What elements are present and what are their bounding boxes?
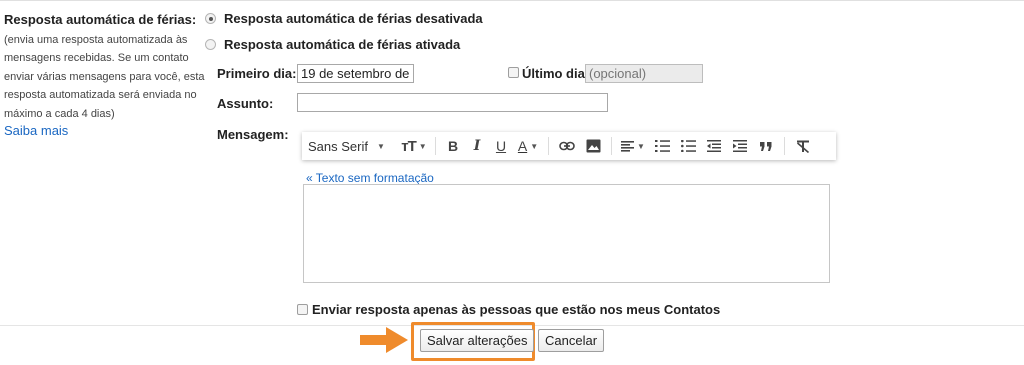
chevron-down-icon: ▼	[376, 141, 385, 151]
chevron-down-icon: ▼	[418, 141, 427, 151]
message-body-editor[interactable]	[303, 184, 830, 283]
text-color-button[interactable]: A ▼	[513, 135, 543, 157]
indent-more-icon	[733, 140, 747, 152]
save-button[interactable]: Salvar alterações	[420, 329, 535, 352]
numbered-list-icon	[654, 140, 670, 152]
insert-image-button[interactable]	[580, 135, 606, 157]
link-icon	[559, 141, 575, 151]
radio-vacation-off[interactable]: Resposta automática de férias desativada	[205, 11, 483, 26]
bold-button[interactable]: B	[441, 135, 465, 157]
radio-label-on: Resposta automática de férias ativada	[224, 37, 461, 52]
align-left-icon	[621, 140, 635, 152]
numbered-list-button[interactable]	[649, 135, 675, 157]
section-description: (envia uma resposta automatizada às mens…	[4, 34, 205, 120]
quote-icon	[760, 141, 772, 151]
formatting-toolbar: Sans Serif ▼ тT ▼ B I U A ▼ ▼	[302, 132, 836, 160]
contacts-only-label: Enviar resposta apenas às pessoas que es…	[312, 302, 721, 317]
clear-formatting-icon	[796, 140, 810, 153]
chevron-down-icon: ▼	[530, 141, 539, 151]
text-size-icon: тT	[401, 137, 416, 155]
bulleted-list-icon	[680, 140, 696, 152]
bulleted-list-button[interactable]	[675, 135, 701, 157]
subject-label: Assunto:	[217, 96, 274, 111]
font-size-button[interactable]: тT ▼	[398, 135, 430, 157]
indent-more-button[interactable]	[727, 135, 753, 157]
chevron-down-icon: ▼	[637, 141, 645, 151]
align-button[interactable]: ▼	[617, 135, 649, 157]
quote-button[interactable]	[753, 135, 779, 157]
remove-formatting-button[interactable]	[790, 135, 816, 157]
learn-more-link[interactable]: Saiba mais	[4, 123, 68, 138]
toolbar-divider	[611, 137, 612, 155]
indent-less-button[interactable]	[701, 135, 727, 157]
first-day-label: Primeiro dia:	[217, 66, 297, 81]
font-family-dropdown[interactable]: Sans Serif ▼	[308, 135, 398, 157]
subject-input[interactable]	[297, 93, 608, 112]
radio-label-off: Resposta automática de férias desativada	[224, 11, 483, 26]
toolbar-divider	[435, 137, 436, 155]
cancel-button[interactable]: Cancelar	[538, 329, 605, 352]
toolbar-divider	[548, 137, 549, 155]
insert-link-button[interactable]	[554, 135, 580, 157]
last-day-checkbox[interactable]	[508, 67, 519, 78]
radio-unselected-icon[interactable]	[205, 39, 216, 50]
last-day-label: Último dia:	[522, 66, 590, 81]
toolbar-divider	[784, 137, 785, 155]
last-day-input[interactable]	[585, 64, 703, 83]
first-day-input[interactable]	[297, 64, 414, 83]
highlight-arrow-icon	[360, 327, 408, 353]
contacts-only-checkbox[interactable]	[297, 304, 308, 315]
text-color-icon: A	[517, 138, 528, 154]
top-divider	[0, 0, 1024, 1]
underline-button[interactable]: U	[489, 135, 513, 157]
indent-less-icon	[707, 140, 721, 152]
radio-selected-icon[interactable]	[205, 13, 216, 24]
message-label: Mensagem:	[217, 127, 289, 142]
image-icon	[586, 139, 600, 153]
section-title: Resposta automática de férias:	[4, 12, 197, 27]
plain-text-link[interactable]: « Texto sem formatação	[306, 171, 434, 185]
radio-vacation-on[interactable]: Resposta automática de férias ativada	[205, 37, 460, 52]
italic-button[interactable]: I	[465, 135, 489, 157]
font-family-value: Sans Serif	[308, 138, 368, 154]
